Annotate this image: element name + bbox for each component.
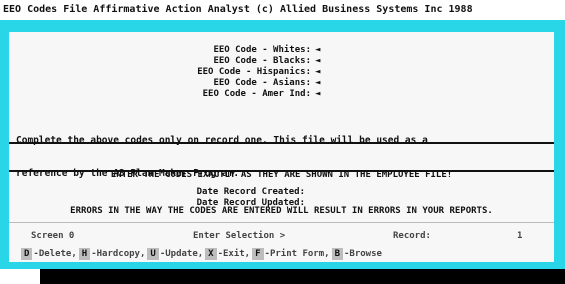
warning-box: ENTER THE CODES EXACTLY AS THEY ARE SHOW… [9, 142, 554, 216]
date-updated-label: Date Record Updated: [196, 198, 305, 208]
screen-indicator: Screen 0 [31, 231, 75, 241]
date-updated-row: Date Record Updated: [9, 198, 554, 209]
record-label: Record: [393, 231, 431, 241]
record-number: 1 [517, 231, 523, 241]
bottom-bar [40, 269, 565, 284]
browse-key[interactable]: B [331, 248, 343, 260]
delete-key-label: -Delete, [33, 249, 77, 259]
exit-key[interactable]: X [205, 248, 217, 260]
eeo-codes-section: EEO Code - Whites: ◄ EEO Code - Blacks: … [9, 45, 554, 100]
window-title: EEO Codes File Affirmative Action Analys… [0, 0, 565, 20]
code-row-hispanics: EEO Code - Hispanics: ◄ [9, 67, 554, 78]
hardcopy-key-label: -Hardcopy, [91, 249, 146, 259]
update-key-label: -Update, [159, 249, 204, 259]
code-input-hispanics[interactable]: ◄ [315, 67, 327, 78]
hardcopy-key[interactable]: H [78, 248, 91, 260]
warning-line-1: ENTER THE CODES EXACTLY AS THEY ARE SHOW… [110, 170, 453, 180]
code-input-amer-ind[interactable]: ◄ [315, 89, 327, 100]
status-divider [9, 222, 554, 223]
selection-prompt[interactable]: Enter Selection > [193, 230, 285, 242]
code-row-whites: EEO Code - Whites: ◄ [9, 45, 554, 56]
app-frame: EEO Code - Whites: ◄ EEO Code - Blacks: … [0, 20, 565, 269]
code-row-blacks: EEO Code - Blacks: ◄ [9, 56, 554, 67]
code-label-amer-ind: EEO Code - Amer Ind: [202, 89, 311, 99]
form-panel: EEO Code - Whites: ◄ EEO Code - Blacks: … [9, 32, 554, 262]
date-created-label: Date Record Created: [196, 187, 305, 197]
status-line: Screen 0 Enter Selection > Record: 1 [9, 230, 554, 242]
exit-key-label: -Exit, [217, 249, 251, 259]
code-row-asians: EEO Code - Asians: ◄ [9, 78, 554, 89]
delete-key[interactable]: D [21, 248, 33, 260]
code-label-blacks: EEO Code - Blacks: [213, 56, 311, 66]
code-row-amer-ind: EEO Code - Amer Ind: ◄ [9, 89, 554, 100]
function-key-bar: D -Delete, H -Hardcopy, U -Update, X -Ex… [21, 247, 551, 261]
code-input-asians[interactable]: ◄ [315, 78, 327, 89]
code-label-asians: EEO Code - Asians: [213, 78, 311, 88]
code-label-whites: EEO Code - Whites: [213, 45, 311, 55]
dates-section: Date Record Created: Date Record Updated… [9, 187, 554, 209]
code-label-hispanics: EEO Code - Hispanics: [197, 67, 311, 77]
print-form-key-label: -Print Form, [264, 249, 330, 259]
code-input-blacks[interactable]: ◄ [315, 56, 327, 67]
code-input-whites[interactable]: ◄ [315, 45, 327, 56]
update-key[interactable]: U [147, 248, 159, 260]
browse-key-label: -Browse [343, 249, 382, 259]
date-created-row: Date Record Created: [9, 187, 554, 198]
print-form-key[interactable]: F [252, 248, 264, 260]
